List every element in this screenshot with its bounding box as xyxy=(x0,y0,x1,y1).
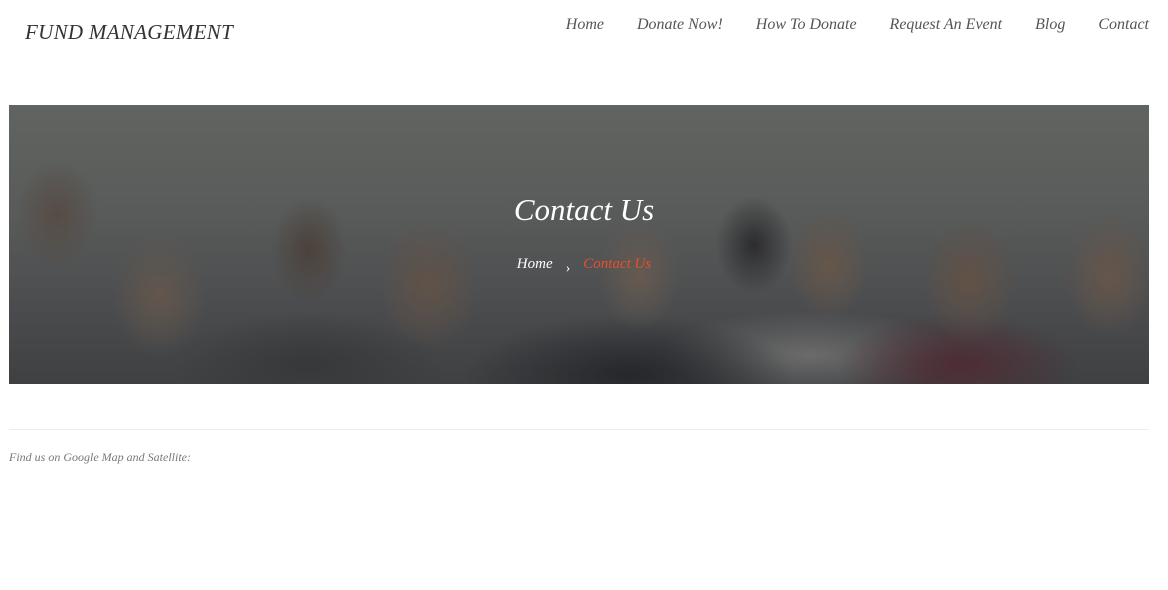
site-header: FUND MANAGEMENT Home Donate Now! How To … xyxy=(0,0,1168,70)
site-logo[interactable]: FUND MANAGEMENT xyxy=(25,20,233,45)
section-divider xyxy=(9,429,1149,430)
nav-item-request-an-event[interactable]: Request An Event xyxy=(890,16,1003,34)
nav-item-home[interactable]: Home xyxy=(566,16,604,34)
nav-item-contact[interactable]: Contact xyxy=(1098,16,1149,34)
hero-overlay xyxy=(9,105,1149,384)
map-section-label: Find us on Google Map and Satellite: xyxy=(9,450,191,464)
page-title: Contact Us xyxy=(513,192,655,227)
chevron-right-icon: › xyxy=(565,261,571,276)
breadcrumb-home-link[interactable]: Home xyxy=(517,256,553,272)
nav-item-how-to-donate[interactable]: How To Donate xyxy=(756,16,857,34)
breadcrumb: Home › Contact Us xyxy=(0,256,1168,276)
nav-item-donate-now[interactable]: Donate Now! xyxy=(637,16,723,34)
breadcrumb-current: Contact Us xyxy=(583,256,652,272)
nav-item-blog[interactable]: Blog xyxy=(1035,16,1065,34)
main-nav: Home Donate Now! How To Donate Request A… xyxy=(533,16,1149,34)
hero-banner xyxy=(9,105,1149,384)
